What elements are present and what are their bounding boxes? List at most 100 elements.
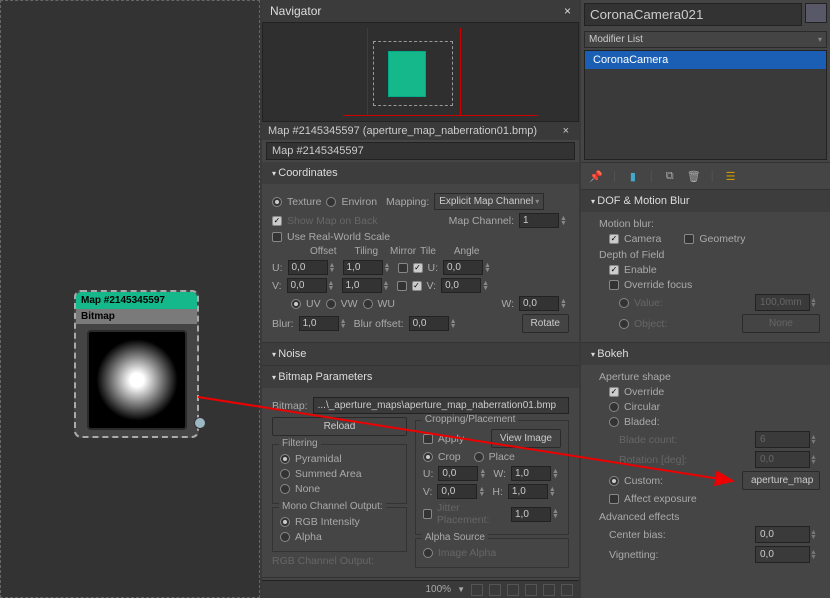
object-color-swatch[interactable] (805, 3, 827, 23)
camera-mb-check[interactable] (609, 234, 619, 244)
alpha-source-group: Alpha Source Image Alpha (415, 538, 569, 568)
chevron-down-icon[interactable]: ▼ (457, 585, 465, 594)
vignetting-spinner[interactable]: ▲▼ (755, 546, 820, 563)
summed-radio[interactable] (280, 469, 290, 479)
view-image-button[interactable]: View Image (491, 429, 561, 448)
rollout-header[interactable]: Bokeh (581, 343, 830, 365)
custom-aperture-radio[interactable] (609, 476, 619, 486)
pin-icon[interactable]: 📌 (589, 169, 603, 183)
real-world-check[interactable] (272, 232, 282, 242)
custom-map-button[interactable]: aperture_map (742, 471, 820, 490)
rotation-spinner: ▲▼ (755, 451, 820, 468)
affect-exposure-check[interactable] (609, 494, 619, 504)
navigator-view[interactable] (262, 22, 579, 122)
v-tile-check[interactable] (412, 281, 422, 291)
pyramidal-radio[interactable] (280, 454, 290, 464)
map-channel-spinner[interactable]: ▲▼ (519, 213, 569, 228)
noise-rollout: Noise (262, 343, 579, 366)
status-icon[interactable] (525, 584, 537, 596)
rollout-header[interactable]: Noise (262, 343, 579, 365)
rollout-header[interactable]: Coordinates (262, 162, 579, 184)
close-icon[interactable]: × (564, 4, 571, 18)
alpha-radio[interactable] (280, 532, 290, 542)
v-mirror-check[interactable] (397, 281, 407, 291)
parameter-panel: Navigator × Map #2145345597 (aperture_ma… (262, 0, 579, 598)
crop-radio[interactable] (423, 452, 433, 462)
node-output-port[interactable] (194, 417, 206, 429)
rotate-button[interactable]: Rotate (522, 314, 569, 333)
status-icon[interactable] (507, 584, 519, 596)
uv-radio[interactable] (291, 299, 301, 309)
v-offset-spinner[interactable]: ▲▼ (287, 278, 337, 293)
v-angle-spinner[interactable]: ▲▼ (441, 278, 491, 293)
circular-radio[interactable] (609, 402, 619, 412)
navigator-title-bar[interactable]: Navigator × (262, 0, 579, 22)
map-tab[interactable]: Map #2145345597 (aperture_map_naberratio… (262, 122, 579, 140)
rollout-header[interactable]: Bitmap Parameters (262, 366, 579, 388)
show-map-back-check[interactable] (272, 216, 282, 226)
u-mirror-check[interactable] (398, 263, 408, 273)
remove-icon[interactable]: 🗑 (687, 169, 701, 183)
make-unique-icon[interactable]: ⧉ (663, 169, 677, 183)
show-result-icon[interactable]: ▮ (626, 169, 640, 183)
modifier-list-dropdown[interactable]: Modifier List (584, 31, 827, 48)
geometry-mb-check[interactable] (684, 234, 694, 244)
focus-object-radio[interactable] (619, 319, 629, 329)
map-tab-label: Map #2145345597 (aperture_map_naberratio… (268, 125, 537, 137)
blur-spinner[interactable]: ▲▼ (299, 316, 349, 331)
blur-offset-spinner[interactable]: ▲▼ (409, 316, 459, 331)
navigator-guide (460, 28, 461, 116)
crop-w-spinner[interactable]: ▲▼ (511, 466, 561, 481)
dof-enable-check[interactable] (609, 265, 619, 275)
bitmap-preview (87, 330, 187, 430)
vw-radio[interactable] (326, 299, 336, 309)
jitter-check[interactable] (423, 509, 432, 519)
mono-channel-group: Mono Channel Output: RGB Intensity Alpha (272, 507, 407, 552)
map-name-input[interactable] (266, 142, 575, 160)
status-bar: 100% ▼ (262, 580, 579, 598)
bitmap-params-rollout: Bitmap Parameters Bitmap: ...\_aperture_… (262, 366, 579, 578)
wu-radio[interactable] (363, 299, 373, 309)
crop-h-spinner[interactable]: ▲▼ (508, 484, 558, 499)
object-name-input[interactable] (584, 3, 802, 26)
override-aperture-check[interactable] (609, 387, 619, 397)
status-icon[interactable] (543, 584, 555, 596)
bitmap-path-button[interactable]: ...\_aperture_maps\aperture_map_naberrat… (313, 397, 569, 414)
close-icon[interactable]: × (559, 125, 573, 137)
rollout-header[interactable]: DOF & Motion Blur (581, 190, 830, 212)
crop-v-spinner[interactable]: ▲▼ (437, 484, 487, 499)
status-icon[interactable] (489, 584, 501, 596)
place-radio[interactable] (474, 452, 484, 462)
status-icon[interactable] (561, 584, 573, 596)
image-alpha-radio[interactable] (423, 548, 433, 558)
node-type: Bitmap (76, 309, 197, 324)
u-tiling-spinner[interactable]: ▲▼ (343, 260, 393, 275)
w-angle-spinner[interactable]: ▲▼ (519, 296, 569, 311)
reload-button[interactable]: Reload (272, 417, 407, 436)
rgb-intensity-radio[interactable] (280, 517, 290, 527)
bladed-radio[interactable] (609, 417, 619, 427)
u-offset-spinner[interactable]: ▲▼ (288, 260, 338, 275)
jitter-spinner[interactable]: ▲▼ (511, 507, 561, 522)
override-focus-check[interactable] (609, 280, 619, 290)
crop-u-spinner[interactable]: ▲▼ (438, 466, 488, 481)
navigator-node-thumb (388, 51, 426, 97)
status-icon[interactable] (471, 584, 483, 596)
none-radio[interactable] (280, 484, 290, 494)
blade-count-spinner: ▲▼ (755, 431, 820, 448)
modifier-stack-item[interactable]: CoronaCamera (585, 51, 826, 69)
bitmap-node[interactable]: Map #2145345597 Bitmap (74, 290, 199, 438)
environ-radio[interactable] (326, 197, 336, 207)
u-tile-check[interactable] (413, 263, 423, 273)
configure-icon[interactable]: ☰ (724, 169, 738, 183)
u-angle-spinner[interactable]: ▲▼ (443, 260, 493, 275)
focus-value-spinner: ▲▼ (755, 294, 820, 311)
v-tiling-spinner[interactable]: ▲▼ (342, 278, 392, 293)
apply-check[interactable] (423, 434, 433, 444)
center-bias-spinner[interactable]: ▲▼ (755, 526, 820, 543)
focus-value-radio[interactable] (619, 298, 629, 308)
mapping-dropdown[interactable]: Explicit Map Channel (434, 193, 544, 210)
material-editor-viewport[interactable]: Map #2145345597 Bitmap (0, 0, 260, 598)
modifier-stack[interactable]: CoronaCamera (584, 50, 827, 160)
texture-radio[interactable] (272, 197, 282, 207)
